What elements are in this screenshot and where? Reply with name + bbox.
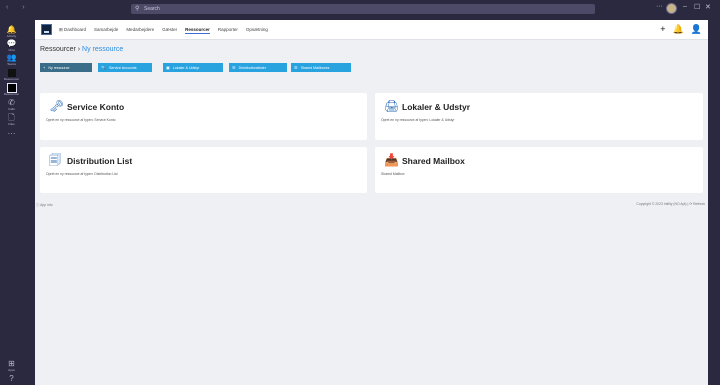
more-icon: ··· xyxy=(7,129,16,138)
shared-mailboxes-button[interactable]: ☰ Shared Mailboxes xyxy=(291,63,351,72)
apps-icon: ⊞ xyxy=(8,359,15,368)
bell-icon[interactable]: 🔔 xyxy=(673,24,684,35)
nav-arrows[interactable]: ‹ › xyxy=(6,4,31,11)
bell-icon: 🔔 xyxy=(6,25,17,34)
maximize-icon[interactable]: ☐ xyxy=(694,3,700,11)
search-icon: ⚲ xyxy=(135,6,140,12)
rail-item-chat[interactable]: 💬 Chat xyxy=(0,39,23,53)
search-input[interactable]: ⚲ Search xyxy=(131,4,595,14)
room-icon: ▣ xyxy=(166,65,170,70)
search-placeholder: Search xyxy=(144,6,160,12)
card-description: Opret en ny ressource af typen: Lokaler … xyxy=(381,118,455,122)
app-frame: ⊞ Dashboard Samarbejde Medarbejdere Gæst… xyxy=(35,20,708,385)
minimize-icon[interactable]: – xyxy=(683,3,687,10)
mailbox-icon: 📥 xyxy=(384,153,399,167)
app-logo[interactable] xyxy=(41,24,52,35)
card-lokaler-udstyr[interactable]: 🖨 Lokaler & Udstyr Opret en ny ressource… xyxy=(375,93,703,140)
rail-item-calls[interactable]: ✆ Calls xyxy=(0,98,23,112)
rail-item-files[interactable]: 🗋 Files xyxy=(0,113,23,127)
printer-icon: 🖨 xyxy=(384,99,400,113)
close-icon[interactable]: ✕ xyxy=(705,3,711,11)
app-rail: 🔔 Activity 💬 Chat 👥 Teams Ressourcer Res… xyxy=(0,17,23,385)
nav-opsaetning[interactable]: Opsætning xyxy=(246,27,268,34)
app-info-link[interactable]: ⓘ App info xyxy=(36,202,53,207)
list-icon: ☰ xyxy=(232,65,236,70)
new-resource-button[interactable]: + Ny ressource xyxy=(40,63,92,72)
nav-gaester[interactable]: Gæster xyxy=(162,27,177,34)
help-icon: ? xyxy=(9,374,14,383)
rail-item-app-1[interactable]: Ressourcer xyxy=(0,69,23,81)
card-title: Distribution List xyxy=(67,156,133,166)
phone-icon: ✆ xyxy=(8,98,15,107)
header-actions: + 🔔 👤 xyxy=(660,24,702,35)
breadcrumb-separator: › xyxy=(77,46,81,53)
card-title: Shared Mailbox xyxy=(402,156,465,166)
nav-ressourcer[interactable]: Ressourcer xyxy=(185,27,210,34)
user-icon[interactable]: 👤 xyxy=(691,24,702,35)
nav-dashboard[interactable]: ⊞ Dashboard xyxy=(59,27,86,34)
card-title: Lokaler & Udstyr xyxy=(402,102,471,112)
teams-icon: 👥 xyxy=(6,53,17,62)
main-nav: ⊞ Dashboard Samarbejde Medarbejdere Gæst… xyxy=(59,27,268,34)
rail-item-more[interactable]: ··· xyxy=(0,130,23,138)
nav-medarbejdere[interactable]: Medarbejdere xyxy=(126,27,154,34)
card-description: Shared Mailbox xyxy=(381,172,405,176)
nav-rapporter[interactable]: Rapporter xyxy=(218,27,238,34)
rail-item-teams[interactable]: 👥 Teams xyxy=(0,53,23,67)
file-icon: 🗋 xyxy=(8,113,15,122)
app-header: ⊞ Dashboard Samarbejde Medarbejdere Gæst… xyxy=(35,20,708,40)
rail-item-activity[interactable]: 🔔 Activity xyxy=(0,25,23,39)
breadcrumb: Ressourcer › Ny ressource xyxy=(40,46,123,53)
rail-item-help[interactable]: ? xyxy=(0,375,23,383)
plus-icon: + xyxy=(43,65,46,70)
rooms-equipment-button[interactable]: ▣ Lokaler & Udstyr xyxy=(163,63,223,72)
nav-samarbejde[interactable]: Samarbejde xyxy=(94,27,118,34)
avatar[interactable] xyxy=(666,3,677,14)
rail-item-apps[interactable]: ⊞ Apps xyxy=(0,359,23,373)
card-shared-mailbox[interactable]: 📥 Shared Mailbox Shared Mailbox xyxy=(375,147,703,193)
list-icon: ☰ xyxy=(294,65,298,70)
distribution-list-icon: 🗐 xyxy=(49,153,61,167)
service-accounts-button[interactable]: 🔍 Service Accounts xyxy=(98,63,152,72)
card-description: Opret en ny ressource af typen: Service … xyxy=(46,118,116,122)
add-icon[interactable]: + xyxy=(660,24,665,35)
search-icon: 🔍 xyxy=(101,65,106,70)
breadcrumb-parent[interactable]: Ressourcer xyxy=(40,46,76,53)
card-distribution-list[interactable]: 🗐 Distribution List Opret en ny ressourc… xyxy=(40,147,367,193)
title-bar: ‹ › ⚲ Search ··· – ☐ ✕ xyxy=(0,0,720,17)
chat-icon: 💬 xyxy=(6,39,17,48)
card-service-konto[interactable]: 🗝 Service Konto Opret en ny ressource af… xyxy=(40,93,367,140)
app-square-icon xyxy=(6,83,17,93)
more-icon[interactable]: ··· xyxy=(656,3,663,10)
distribution-lists-button[interactable]: ☰ Distributionslister xyxy=(229,63,287,72)
key-icon: 🗝 xyxy=(49,99,65,113)
breadcrumb-current: Ny ressource xyxy=(82,46,124,53)
rail-item-app-2[interactable]: Ressourcer xyxy=(0,83,23,96)
card-description: Opret en ny ressource af typen: Distribu… xyxy=(46,172,118,176)
card-title: Service Konto xyxy=(67,102,125,112)
app-square-icon xyxy=(7,69,16,77)
copyright-refresh[interactable]: Copyright © 2023 Intility (NO Apt) | ⟳ R… xyxy=(636,202,705,206)
